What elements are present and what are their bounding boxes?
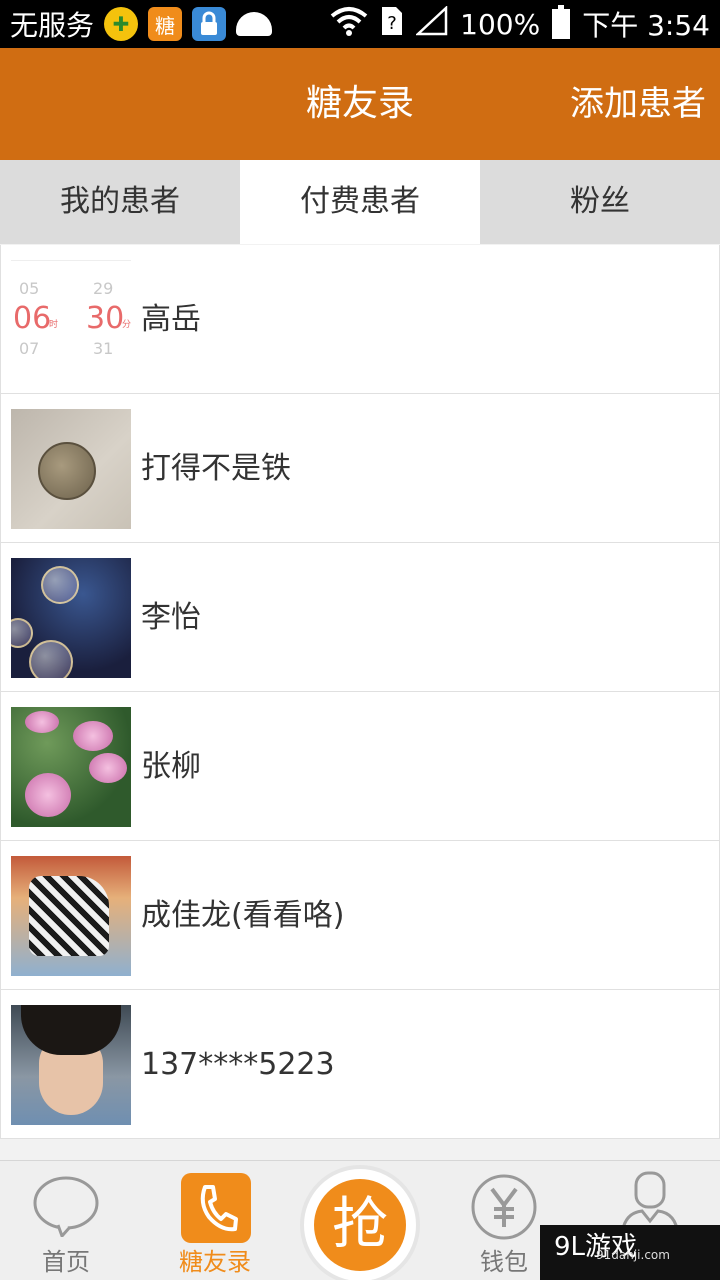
clock-minute-prev: 29: [93, 279, 114, 298]
list-item[interactable]: 张柳: [0, 692, 720, 841]
sim-unknown-icon: ?: [380, 5, 404, 44]
avatar: [11, 558, 131, 678]
patient-tabs: 我的患者 付费患者 粉丝: [0, 160, 720, 244]
clock-hour-next: 07: [19, 339, 40, 358]
patient-name: 成佳龙(看看咯): [141, 898, 345, 933]
clock-minute: 30: [86, 301, 125, 336]
patient-name: 137****5223: [141, 1047, 335, 1082]
clock-time: 下午 3:54: [582, 9, 710, 42]
nav-contacts-label: 糖友录: [179, 1248, 251, 1276]
tab-my-patients[interactable]: 我的患者: [0, 160, 240, 244]
flower-shape: [25, 711, 59, 733]
nav-home-label: 首页: [42, 1248, 90, 1276]
patient-name: 高岳: [141, 302, 201, 337]
plus-app-icon: ✚: [104, 7, 139, 41]
list-item[interactable]: 成佳龙(看看咯): [0, 841, 720, 990]
clock-minute-unit: 分: [122, 320, 131, 330]
bubble-shape: [29, 640, 73, 678]
watermark-url: 91danji.com: [596, 1248, 670, 1262]
clock-hour: 06: [13, 301, 52, 336]
add-patient-button[interactable]: 添加患者: [570, 48, 706, 160]
battery-icon: [552, 5, 571, 39]
wifi-icon: [330, 6, 368, 43]
carrier-text: 无服务: [10, 9, 95, 42]
bubble-shape: [41, 566, 79, 604]
patient-list: 05 29 06 时 30 分 07 31 高岳 打得不是铁 李怡 张柳 成佳龙…: [0, 245, 720, 1139]
zebra-shape: [29, 876, 109, 956]
flower-shape: [25, 773, 71, 817]
list-item[interactable]: 05 29 06 时 30 分 07 31 高岳: [0, 245, 720, 394]
yuan-coin-icon: [471, 1174, 537, 1240]
avatar: [11, 409, 131, 529]
clock-hour-prev: 05: [19, 279, 40, 298]
status-bar: 无服务 ✚ 糖 ? 100% 下午 3:54: [0, 0, 720, 48]
android-icon: [236, 12, 273, 36]
list-item[interactable]: 打得不是铁: [0, 394, 720, 543]
avatar: 05 29 06 时 30 分 07 31: [11, 260, 131, 380]
battery-percent: 100%: [460, 7, 541, 41]
tang-app-icon: 糖: [148, 7, 183, 41]
watermark-logo: 9L游戏 91danji.com: [540, 1225, 720, 1280]
svg-text:?: ?: [387, 13, 397, 34]
bubble-shape: [11, 618, 33, 648]
lock-app-icon: [192, 7, 227, 41]
nav-contacts[interactable]: 糖友录: [155, 1161, 275, 1280]
clock-minute-next: 31: [93, 339, 114, 358]
tab-fans[interactable]: 粉丝: [480, 160, 720, 244]
avatar: [11, 856, 131, 976]
status-right: ? 100% 下午 3:54: [330, 4, 710, 44]
flower-shape: [89, 753, 127, 783]
tab-paid-patients[interactable]: 付费患者: [240, 160, 480, 244]
avatar: [11, 1005, 131, 1125]
patient-name: 李怡: [141, 600, 201, 635]
list-item[interactable]: 李怡: [0, 543, 720, 692]
signal-icon: [414, 4, 448, 43]
app-root: 无服务 ✚ 糖 ? 100% 下午 3:54 糖友录 添加患者 我的患者 付费患…: [0, 0, 720, 1280]
phone-icon: [181, 1173, 251, 1243]
grab-icon: 抢: [314, 1179, 406, 1271]
nav-home[interactable]: 首页: [6, 1161, 126, 1280]
coin-image: [38, 442, 96, 500]
chat-bubble-icon: [33, 1176, 99, 1237]
grab-button[interactable]: 抢: [300, 1165, 420, 1280]
status-left: 无服务 ✚ 糖: [10, 6, 273, 42]
flower-shape: [73, 721, 113, 751]
hair-shape: [21, 1005, 121, 1055]
patient-name: 打得不是铁: [141, 451, 291, 486]
avatar: [11, 707, 131, 827]
patient-name: 张柳: [141, 749, 201, 784]
clock-hour-unit: 时: [49, 320, 59, 330]
list-item[interactable]: 137****5223: [0, 990, 720, 1139]
app-header: 糖友录 添加患者: [0, 48, 720, 160]
